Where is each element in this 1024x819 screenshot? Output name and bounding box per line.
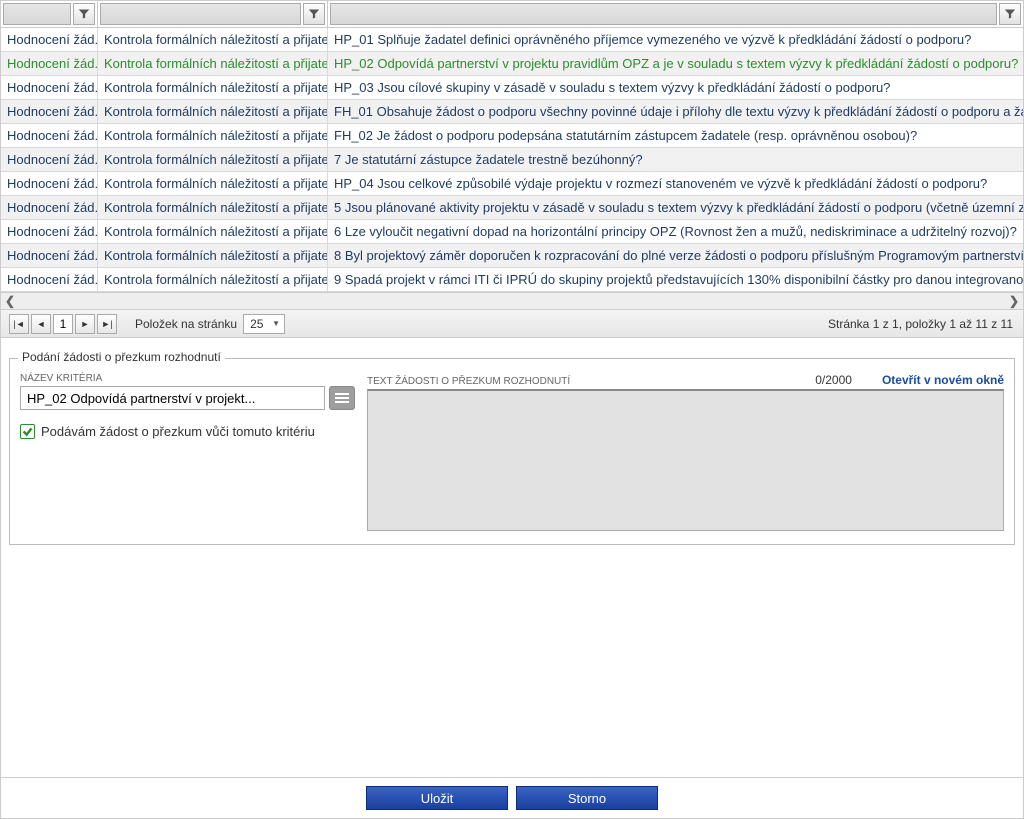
form-area: Podání žádosti o přezkum rozhodnutí NÁZE… (1, 338, 1023, 553)
filter-button-3[interactable] (999, 3, 1021, 25)
filter-input-1[interactable] (3, 3, 71, 25)
form-right-column: TEXT ŽÁDOSTI O PŘEZKUM ROZHODNUTÍ 0/2000… (367, 373, 1004, 534)
table-row[interactable]: Hodnocení žád...Kontrola formálních nále… (1, 196, 1023, 220)
table-cell: HP_03 Jsou cílové skupiny v zásadě v sou… (328, 76, 1023, 99)
criterion-input-row (20, 386, 355, 410)
table-cell: 8 Byl projektový záměr doporučen k rozpr… (328, 244, 1023, 267)
table-cell: 5 Jsou plánované aktivity projektu v zás… (328, 196, 1023, 219)
table-cell: Hodnocení žád... (1, 172, 98, 195)
table-cell: Hodnocení žád... (1, 268, 98, 291)
filter-input-3[interactable] (330, 3, 997, 25)
table-cell: Hodnocení žád... (1, 28, 98, 51)
check-icon (22, 426, 33, 437)
table-cell: Hodnocení žád... (1, 52, 98, 75)
per-page-select[interactable]: 25 (243, 314, 285, 334)
table-cell: 7 Je statutární zástupce žadatele trestn… (328, 148, 1023, 171)
table-cell: Hodnocení žád... (1, 148, 98, 171)
text-label: TEXT ŽÁDOSTI O PŘEZKUM ROZHODNUTÍ (367, 376, 570, 387)
criterion-label: NÁZEV KRITÉRIA (20, 373, 355, 384)
save-button[interactable]: Uložit (366, 786, 508, 810)
table-cell: HP_01 Splňuje žadatel definici oprávněné… (328, 28, 1023, 51)
funnel-icon (78, 8, 90, 20)
fieldset-legend: Podání žádosti o přezkum rozhodnutí (18, 350, 225, 364)
table-cell: Kontrola formálních náležitostí a přijat… (98, 196, 328, 219)
review-fieldset: Podání žádosti o přezkum rozhodnutí NÁZE… (9, 358, 1015, 545)
table-row[interactable]: Hodnocení žád...Kontrola formálních nále… (1, 28, 1023, 52)
table-cell: Kontrola formálních náležitostí a přijat… (98, 124, 328, 147)
scroll-right-icon[interactable]: ❯ (1009, 294, 1019, 308)
horizontal-scrollbar[interactable]: ❮ ❯ (1, 292, 1023, 310)
consent-checkbox-label: Podávám žádost o přezkum vůči tomuto kri… (41, 424, 315, 439)
scroll-left-icon[interactable]: ❮ (5, 294, 15, 308)
filter-button-1[interactable] (73, 3, 95, 25)
data-table: Hodnocení žád...Kontrola formálních nále… (1, 28, 1023, 292)
first-page-button[interactable]: |◄ (9, 314, 29, 334)
filter-row (1, 1, 1023, 28)
pagination-bar: |◄ ◄ ► ►| Položek na stránku 25 Stránka … (1, 310, 1023, 338)
table-cell: FH_01 Obsahuje žádost o podporu všechny … (328, 100, 1023, 123)
table-row[interactable]: Hodnocení žád...Kontrola formálních nále… (1, 172, 1023, 196)
table-cell: Kontrola formálních náležitostí a přijat… (98, 268, 328, 291)
bottom-action-bar: Uložit Storno (1, 777, 1023, 810)
textarea-header: TEXT ŽÁDOSTI O PŘEZKUM ROZHODNUTÍ 0/2000… (367, 373, 1004, 387)
funnel-icon (1004, 8, 1016, 20)
table-cell: Kontrola formálních náležitostí a přijat… (98, 52, 328, 75)
table-cell: 6 Lze vyloučit negativní dopad na horizo… (328, 220, 1023, 243)
table-cell: Hodnocení žád... (1, 196, 98, 219)
last-page-button[interactable]: ►| (97, 314, 117, 334)
criterion-picker-button[interactable] (329, 386, 355, 410)
char-counter: 0/2000 (815, 373, 852, 387)
cancel-button[interactable]: Storno (516, 786, 658, 810)
pagination-info: Stránka 1 z 1, položky 1 až 11 z 11 (828, 317, 1013, 331)
next-page-button[interactable]: ► (75, 314, 95, 334)
table-row[interactable]: Hodnocení žád...Kontrola formálních nále… (1, 148, 1023, 172)
table-row[interactable]: Hodnocení žád...Kontrola formálních nále… (1, 220, 1023, 244)
table-cell: FH_02 Je žádost o podporu podepsána stat… (328, 124, 1023, 147)
table-cell: Kontrola formálních náležitostí a přijat… (98, 244, 328, 267)
table-row[interactable]: Hodnocení žád...Kontrola formálních nále… (1, 268, 1023, 292)
table-cell: Kontrola formálních náležitostí a přijat… (98, 172, 328, 195)
table-cell: Hodnocení žád... (1, 244, 98, 267)
criterion-input[interactable] (20, 386, 325, 410)
table-row[interactable]: Hodnocení žád...Kontrola formálních nále… (1, 76, 1023, 100)
filter-input-2[interactable] (100, 3, 301, 25)
consent-checkbox[interactable] (20, 424, 35, 439)
table-cell: Kontrola formálních náležitostí a přijat… (98, 148, 328, 171)
pagination-controls: |◄ ◄ ► ►| (9, 314, 117, 334)
table-cell: HP_04 Jsou celkové způsobilé výdaje proj… (328, 172, 1023, 195)
table-row[interactable]: Hodnocení žád...Kontrola formálních nále… (1, 244, 1023, 268)
table-cell: Kontrola formálních náležitostí a přijat… (98, 100, 328, 123)
per-page-label: Položek na stránku (135, 317, 237, 331)
table-row[interactable]: Hodnocení žád...Kontrola formálních nále… (1, 100, 1023, 124)
prev-page-button[interactable]: ◄ (31, 314, 51, 334)
filter-cell-1 (1, 1, 98, 27)
table-cell: 9 Spadá projekt v rámci ITI či IPRÚ do s… (328, 268, 1023, 291)
table-cell: Hodnocení žád... (1, 76, 98, 99)
table-row[interactable]: Hodnocení žád...Kontrola formálních nále… (1, 52, 1023, 76)
form-body: NÁZEV KRITÉRIA Podávám žádost o přezkum … (20, 373, 1004, 534)
table-cell: Hodnocení žád... (1, 124, 98, 147)
table-cell: Hodnocení žád... (1, 220, 98, 243)
review-textarea[interactable] (367, 389, 1004, 531)
filter-cell-3 (328, 1, 1023, 27)
list-icon (335, 397, 349, 399)
table-cell: Hodnocení žád... (1, 100, 98, 123)
table-cell: Kontrola formálních náležitostí a přijat… (98, 28, 328, 51)
per-page-value: 25 (250, 317, 263, 331)
open-new-window-link[interactable]: Otevřít v novém okně (882, 373, 1004, 387)
page-number-input[interactable] (53, 314, 73, 334)
table-row[interactable]: Hodnocení žád...Kontrola formálních nále… (1, 124, 1023, 148)
filter-cell-2 (98, 1, 328, 27)
funnel-icon (308, 8, 320, 20)
consent-checkbox-row: Podávám žádost o přezkum vůči tomuto kri… (20, 424, 355, 439)
form-left-column: NÁZEV KRITÉRIA Podávám žádost o přezkum … (20, 373, 355, 439)
table-cell: Kontrola formálních náležitostí a přijat… (98, 76, 328, 99)
table-cell: HP_02 Odpovídá partnerství v projektu pr… (328, 52, 1023, 75)
table-cell: Kontrola formálních náležitostí a přijat… (98, 220, 328, 243)
filter-button-2[interactable] (303, 3, 325, 25)
app-root: Hodnocení žád...Kontrola formálních nále… (0, 0, 1024, 819)
